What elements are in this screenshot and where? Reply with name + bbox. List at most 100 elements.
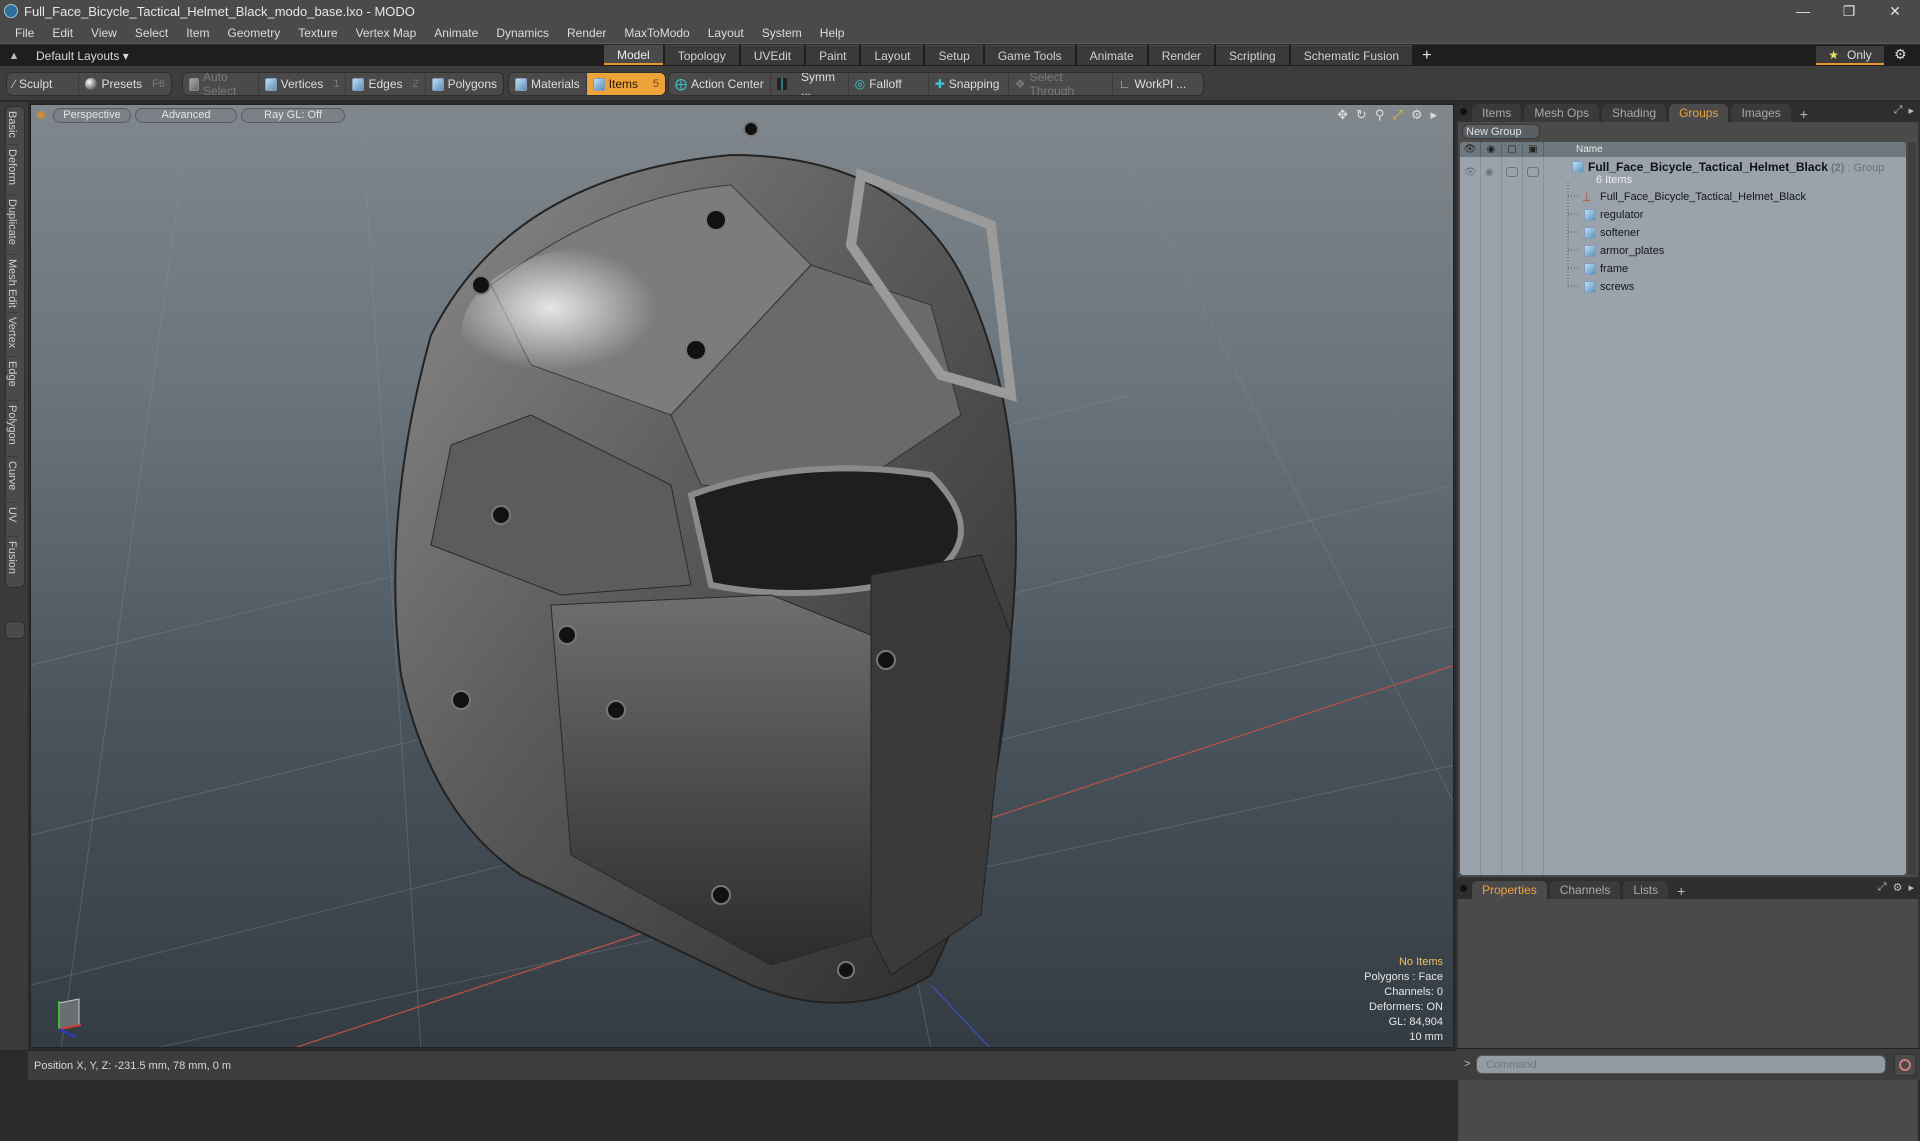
name-column-header[interactable]: Name: [1544, 142, 1603, 157]
tab-items[interactable]: Items: [1472, 104, 1522, 122]
tab-render[interactable]: Render: [1148, 45, 1215, 65]
tree-row-group[interactable]: 👁 ◉ Full_Face_Bicycle_Tactical_Helmet_Bl…: [1460, 159, 1906, 187]
tab-uvedit[interactable]: UVEdit: [740, 45, 805, 65]
tab-layout[interactable]: Layout: [861, 45, 924, 65]
viewport-menu-dot[interactable]: [37, 111, 45, 119]
menu-vertex-map[interactable]: Vertex Map: [347, 26, 426, 40]
tab-scripting[interactable]: Scripting: [1216, 45, 1289, 65]
maximize-panel-icon[interactable]: ⤢: [1894, 104, 1903, 117]
add-tab-button[interactable]: +: [1414, 45, 1439, 66]
visibility-toggle-icon[interactable]: 👁: [1464, 167, 1477, 178]
rotate-icon[interactable]: ↻: [1356, 107, 1367, 123]
items-button[interactable]: Items 5: [586, 73, 665, 95]
tree-row-item[interactable]: softener: [1460, 224, 1906, 242]
render-column-icon[interactable]: ◉: [1481, 142, 1502, 157]
tab-paint[interactable]: Paint: [806, 45, 860, 65]
tree-row-item[interactable]: frame: [1460, 260, 1906, 278]
select-through-button[interactable]: ❖ Select Through: [1009, 73, 1113, 95]
palette-toggle-button[interactable]: [5, 621, 25, 639]
tab-schematic-fusion[interactable]: Schematic Fusion: [1290, 45, 1413, 65]
presets-button[interactable]: Presets F6: [79, 73, 171, 95]
lock-column-icon[interactable]: ▢: [1502, 142, 1523, 157]
sculpt-button[interactable]: ∕ Sculpt: [7, 73, 80, 95]
tab-lists[interactable]: Lists: [1623, 881, 1669, 899]
3d-viewport[interactable]: Perspective Advanced Ray GL: Off ✥ ↻ ⚲ ⤢…: [30, 104, 1454, 1048]
vtab-duplicate[interactable]: Duplicate: [6, 195, 18, 255]
menu-view[interactable]: View: [82, 26, 126, 40]
tab-game-tools[interactable]: Game Tools: [984, 45, 1075, 65]
select-toggle[interactable]: [1527, 167, 1539, 177]
fit-view-icon[interactable]: ⤢: [1392, 107, 1402, 123]
panel-menu-dot[interactable]: [1460, 108, 1467, 115]
viewport-expand-arrow-icon[interactable]: ▸: [1430, 107, 1437, 123]
tab-animate[interactable]: Animate: [1076, 45, 1147, 65]
workplane-button[interactable]: ∟ WorkPl ...: [1113, 73, 1193, 95]
edges-button[interactable]: Edges 2: [346, 73, 426, 95]
menu-maxtomodo[interactable]: MaxToModo: [615, 26, 698, 40]
tab-setup[interactable]: Setup: [925, 45, 983, 65]
vtab-fusion[interactable]: Fusion: [6, 537, 18, 587]
tab-model[interactable]: Model: [604, 45, 663, 65]
auto-select-button[interactable]: Auto Select: [183, 73, 259, 95]
tab-groups[interactable]: Groups: [1669, 104, 1729, 122]
lock-toggle[interactable]: [1506, 167, 1518, 177]
tab-mesh-ops[interactable]: Mesh Ops: [1524, 104, 1600, 122]
vtab-curve[interactable]: Curve: [6, 457, 18, 503]
panel-arrow-icon[interactable]: ▸: [1908, 881, 1914, 894]
vtab-basic[interactable]: Basic: [6, 107, 18, 145]
symmetry-button[interactable]: Symm ...: [771, 73, 849, 95]
visibility-column-icon[interactable]: 👁: [1460, 142, 1481, 157]
minimize-button[interactable]: —: [1780, 0, 1826, 22]
menu-edit[interactable]: Edit: [43, 26, 82, 40]
polygons-button[interactable]: Polygons: [426, 73, 503, 95]
record-macro-button[interactable]: [1894, 1054, 1916, 1076]
select-column-icon[interactable]: ▣: [1523, 142, 1544, 157]
tree-row-item[interactable]: regulator: [1460, 206, 1906, 224]
menu-layout[interactable]: Layout: [699, 26, 753, 40]
menu-texture[interactable]: Texture: [289, 26, 346, 40]
viewport-gear-icon[interactable]: ⚙: [1411, 107, 1423, 123]
shading-mode-button[interactable]: Advanced: [135, 107, 237, 123]
tree-row-item[interactable]: ⊥ Full_Face_Bicycle_Tactical_Helmet_Blac…: [1460, 188, 1906, 206]
panel-arrow-icon[interactable]: ▸: [1908, 104, 1914, 117]
vtab-mesh-edit[interactable]: Mesh Edit: [6, 255, 18, 313]
tab-shading[interactable]: Shading: [1602, 104, 1667, 122]
only-button[interactable]: ★ Only: [1816, 46, 1884, 65]
new-group-button[interactable]: New Group: [1462, 124, 1540, 139]
menu-select[interactable]: Select: [126, 26, 177, 40]
pan-icon[interactable]: ✥: [1337, 107, 1348, 123]
menu-item[interactable]: Item: [177, 26, 218, 40]
tree-row-item[interactable]: screws: [1460, 278, 1906, 296]
view-mode-button[interactable]: Perspective: [53, 107, 131, 123]
action-center-button[interactable]: ⨁ Action Center: [669, 73, 771, 95]
tab-channels[interactable]: Channels: [1549, 881, 1621, 899]
snapping-button[interactable]: ✚ Snapping: [929, 73, 1009, 95]
render-toggle-icon[interactable]: ◉: [1485, 167, 1497, 178]
close-button[interactable]: ✕: [1872, 0, 1918, 22]
default-layouts-dropdown[interactable]: Default Layouts ▾: [36, 49, 129, 63]
maximize-panel-icon[interactable]: ⤢: [1878, 881, 1887, 894]
collapse-arrow-icon[interactable]: ▲: [0, 50, 28, 62]
tab-images[interactable]: Images: [1731, 104, 1791, 122]
menu-render[interactable]: Render: [558, 26, 615, 40]
vtab-uv[interactable]: UV: [6, 503, 18, 537]
falloff-button[interactable]: ◎ Falloff: [849, 73, 929, 95]
menu-dynamics[interactable]: Dynamics: [487, 26, 558, 40]
menu-help[interactable]: Help: [811, 26, 854, 40]
vertices-button[interactable]: Vertices 1: [259, 73, 347, 95]
vtab-deform[interactable]: Deform: [6, 145, 18, 195]
tab-topology[interactable]: Topology: [664, 45, 739, 65]
menu-geometry[interactable]: Geometry: [219, 26, 290, 40]
vtab-edge[interactable]: Edge: [6, 357, 18, 401]
menu-file[interactable]: File: [6, 26, 43, 40]
panel-gear-icon[interactable]: ⚙: [1893, 881, 1903, 894]
tab-properties[interactable]: Properties: [1472, 881, 1547, 899]
vtab-polygon[interactable]: Polygon: [6, 401, 18, 457]
panel-menu-dot[interactable]: [1460, 885, 1467, 892]
tree-scrollbar[interactable]: [1908, 142, 1916, 875]
materials-button[interactable]: Materials: [509, 73, 587, 95]
raygl-button[interactable]: Ray GL: Off: [241, 107, 345, 123]
vtab-vertex[interactable]: Vertex: [6, 313, 18, 357]
menu-animate[interactable]: Animate: [425, 26, 487, 40]
menu-system[interactable]: System: [753, 26, 811, 40]
